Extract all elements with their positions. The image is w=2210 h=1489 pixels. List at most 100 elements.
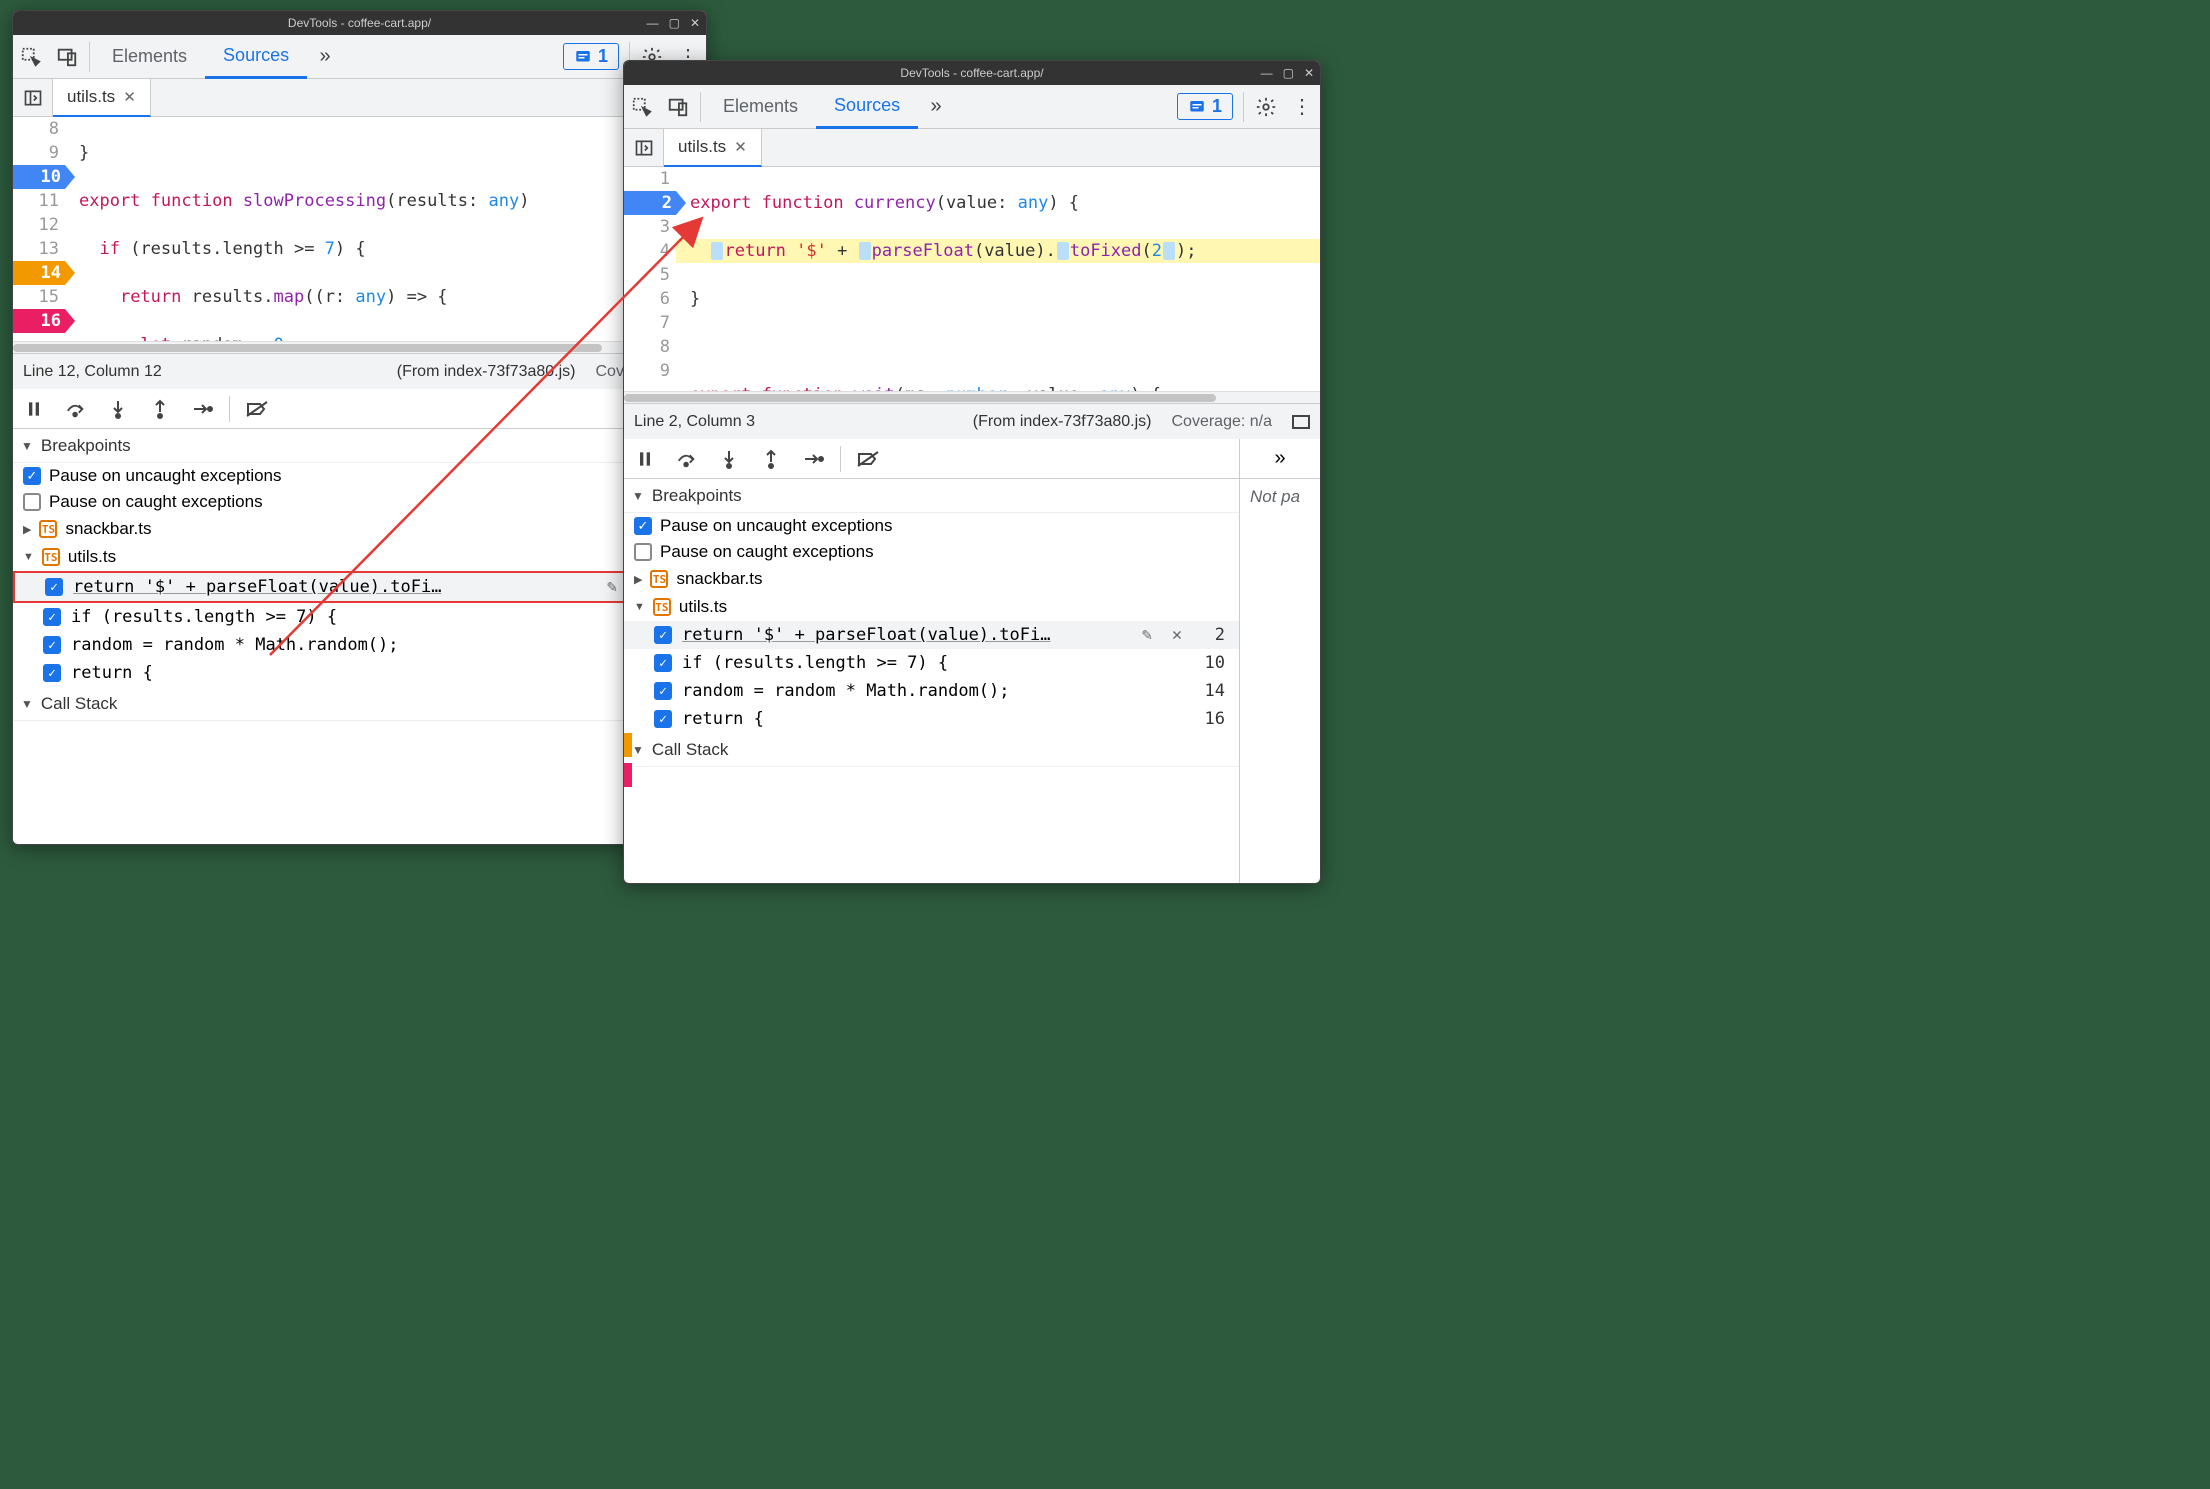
gutter[interactable]: 8 9 10 11 12 13 ?14 15 ‥16 [13, 117, 65, 341]
line-number[interactable]: 9 [660, 361, 670, 381]
checkbox-icon[interactable]: ✓ [23, 467, 41, 485]
tab-sources[interactable]: Sources [205, 35, 307, 79]
breakpoint-entry[interactable]: ✓ return { 16 [624, 705, 1239, 733]
file-group-snackbar[interactable]: ▶ TS snackbar.ts [624, 565, 1239, 593]
device-toggle-icon[interactable] [660, 89, 696, 125]
step-over-icon[interactable] [55, 389, 97, 429]
more-tabs-icon[interactable]: » [307, 39, 343, 75]
navigator-toggle-icon[interactable] [13, 79, 53, 117]
line-number[interactable]: 11 [39, 191, 59, 211]
line-number[interactable]: 15 [39, 287, 59, 307]
checkbox-icon[interactable]: ✓ [43, 664, 61, 682]
more-tabs-icon[interactable]: » [918, 89, 954, 125]
titlebar[interactable]: DevTools - coffee-cart.app/ — ▢ ✕ [13, 11, 706, 35]
line-number[interactable]: 12 [39, 215, 59, 235]
checkbox-icon[interactable]: ✓ [634, 517, 652, 535]
titlebar[interactable]: DevTools - coffee-cart.app/ — ▢ ✕ [624, 61, 1320, 85]
step-out-icon[interactable] [139, 389, 181, 429]
inspect-icon[interactable] [624, 89, 660, 125]
sourcemap-link[interactable]: index-73f73a80.js [444, 363, 570, 380]
breakpoint-entry[interactable]: ✓ random = random * Math.random(); 14 [624, 677, 1239, 705]
sourcemap-link[interactable]: index-73f73a80.js [1020, 413, 1146, 430]
horizontal-scrollbar[interactable] [624, 391, 1320, 403]
maximize-icon[interactable]: ▢ [1283, 66, 1294, 80]
checkbox-icon[interactable]: ✓ [654, 682, 672, 700]
step-icon[interactable] [792, 439, 834, 479]
step-into-icon[interactable] [708, 439, 750, 479]
checkbox-icon[interactable] [634, 543, 652, 561]
callstack-section[interactable]: ▼Call Stack [13, 687, 706, 721]
pause-icon[interactable] [624, 439, 666, 479]
line-number[interactable]: 8 [660, 337, 670, 357]
breakpoint-entry[interactable]: ✓ return '$' + parseFloat(value).toFi… ✎… [624, 621, 1239, 649]
code-content[interactable]: } export function slowProcessing(results… [65, 117, 706, 341]
checkbox-icon[interactable]: ✓ [654, 654, 672, 672]
file-tab-close-icon[interactable]: ✕ [123, 88, 136, 106]
pause-icon[interactable] [13, 389, 55, 429]
code-editor[interactable]: 8 9 10 11 12 13 ?14 15 ‥16 } export func… [13, 117, 706, 341]
pause-caught-row[interactable]: Pause on caught exceptions [13, 489, 706, 515]
issues-button[interactable]: 1 [563, 43, 619, 70]
line-number[interactable]: 6 [660, 289, 670, 309]
edit-icon[interactable]: ✎ [1137, 625, 1157, 645]
pause-uncaught-row[interactable]: ✓ Pause on uncaught exceptions [13, 463, 706, 489]
breakpoint-entry[interactable]: ✓ if (results.length >= 7) { 10 [624, 649, 1239, 677]
file-group-utils[interactable]: ▼ TS utils.ts [624, 593, 1239, 621]
code-editor[interactable]: 1 2 3 4 5 6 7 8 9 export function curren… [624, 167, 1320, 391]
horizontal-scrollbar[interactable] [13, 341, 706, 353]
logpoint-marker[interactable]: ‥16 [13, 309, 65, 333]
file-group-utils[interactable]: ▼ TS utils.ts [13, 543, 706, 571]
breakpoints-section[interactable]: ▼Breakpoints [624, 479, 1239, 513]
step-icon[interactable] [181, 389, 223, 429]
file-tab-utils[interactable]: utils.ts ✕ [53, 79, 151, 117]
step-into-icon[interactable] [97, 389, 139, 429]
step-over-icon[interactable] [666, 439, 708, 479]
checkbox-icon[interactable]: ✓ [654, 626, 672, 644]
settings-icon[interactable] [1248, 89, 1284, 125]
breakpoint-entry[interactable]: ✓ return { 16 [13, 659, 706, 687]
callstack-section[interactable]: ▼Call Stack [624, 733, 1239, 767]
pause-uncaught-row[interactable]: ✓ Pause on uncaught exceptions [624, 513, 1239, 539]
edit-icon[interactable]: ✎ [602, 577, 622, 597]
step-out-icon[interactable] [750, 439, 792, 479]
deactivate-breakpoints-icon[interactable] [847, 439, 889, 479]
line-number[interactable]: 4 [660, 241, 670, 261]
checkbox-icon[interactable]: ✓ [654, 710, 672, 728]
file-tab-close-icon[interactable]: ✕ [734, 138, 747, 156]
tab-elements[interactable]: Elements [705, 85, 816, 129]
maximize-icon[interactable]: ▢ [669, 16, 680, 30]
line-number[interactable]: 7 [660, 313, 670, 333]
breakpoint-marker[interactable]: 2 [624, 191, 676, 215]
pause-caught-row[interactable]: Pause on caught exceptions [624, 539, 1239, 565]
navigator-toggle-icon[interactable] [624, 129, 664, 167]
line-number[interactable]: 1 [660, 169, 670, 189]
tab-sources[interactable]: Sources [816, 85, 918, 129]
code-content[interactable]: export function currency(value: any) { r… [676, 167, 1320, 391]
breakpoint-entry[interactable]: ✓ random = random * Math.random(); 14 [13, 631, 706, 659]
close-icon[interactable]: ✕ [690, 16, 700, 30]
close-icon[interactable]: ✕ [1304, 66, 1314, 80]
deactivate-breakpoints-icon[interactable] [236, 389, 278, 429]
file-group-snackbar[interactable]: ▶ TS snackbar.ts [13, 515, 706, 543]
file-tab-utils[interactable]: utils.ts ✕ [664, 129, 762, 167]
conditional-breakpoint-marker[interactable]: ?14 [13, 261, 65, 285]
breakpoints-section[interactable]: ▼Breakpoints [13, 429, 706, 463]
issues-button[interactable]: 1 [1177, 93, 1233, 120]
remove-icon[interactable]: ✕ [1167, 625, 1187, 645]
more-panels-icon[interactable]: » [1240, 439, 1320, 479]
line-number[interactable]: 13 [39, 239, 59, 259]
breakpoint-entry[interactable]: ✓ if (results.length >= 7) { 10 [13, 603, 706, 631]
checkbox-icon[interactable]: ✓ [45, 578, 63, 596]
gutter[interactable]: 1 2 3 4 5 6 7 8 9 [624, 167, 676, 391]
minimize-icon[interactable]: — [647, 16, 659, 30]
tab-elements[interactable]: Elements [94, 35, 205, 79]
device-toggle-icon[interactable] [49, 39, 85, 75]
line-number[interactable]: 9 [49, 143, 59, 163]
breakpoint-marker[interactable]: 10 [13, 165, 65, 189]
checkbox-icon[interactable]: ✓ [43, 608, 61, 626]
breakpoint-entry[interactable]: ✓ return '$' + parseFloat(value).toFi… ✎… [13, 571, 706, 603]
kebab-icon[interactable]: ⋮ [1284, 89, 1320, 125]
checkbox-icon[interactable] [23, 493, 41, 511]
inspect-icon[interactable] [13, 39, 49, 75]
minimize-icon[interactable]: — [1261, 66, 1273, 80]
